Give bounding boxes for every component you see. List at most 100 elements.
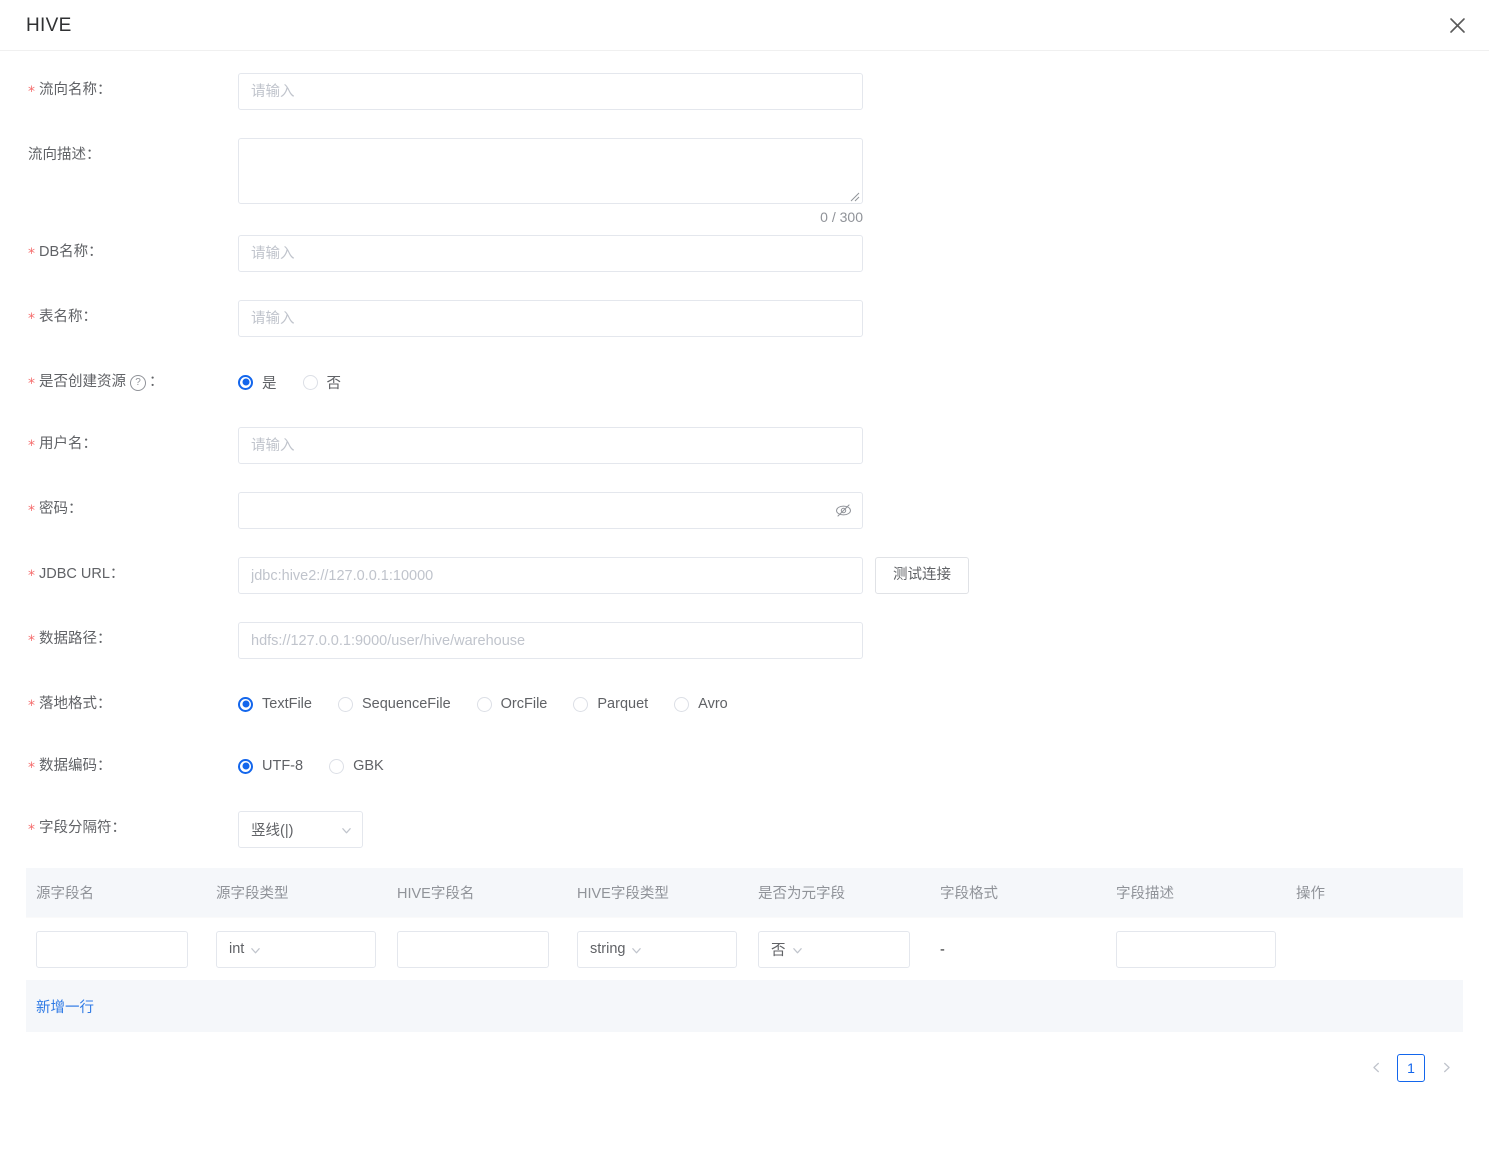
label-flow-desc: 流向描述： xyxy=(0,138,238,172)
form-row-flow-name: * 流向名称： xyxy=(0,73,1489,110)
label-separator: * 字段分隔符： xyxy=(0,811,238,845)
label-colon: ： xyxy=(149,365,164,399)
table-row: int string xyxy=(26,918,1463,981)
radio-label: Parquet xyxy=(597,696,648,712)
label-table-name: * 表名称： xyxy=(0,300,238,334)
source-field-type-select[interactable]: int xyxy=(216,931,376,968)
radio-format-parquet[interactable]: Parquet xyxy=(573,696,648,712)
required-asterisk: * xyxy=(28,761,35,775)
radio-create-resource-no[interactable]: 否 xyxy=(303,372,342,393)
radio-label: SequenceFile xyxy=(362,696,451,712)
control-flow-name xyxy=(238,73,863,110)
label-text: 字段分隔符： xyxy=(39,811,126,845)
hive-field-type-value: string xyxy=(590,941,625,957)
radio-label: UTF-8 xyxy=(262,758,303,774)
username-input[interactable] xyxy=(238,427,863,464)
required-asterisk: * xyxy=(28,634,35,648)
radio-format-orcfile[interactable]: OrcFile xyxy=(477,696,548,712)
dialog-header: HIVE xyxy=(0,0,1489,51)
hive-field-name-input[interactable] xyxy=(397,931,549,968)
password-input[interactable] xyxy=(238,492,863,529)
chevron-left-icon xyxy=(1371,1060,1382,1077)
col-header-source-field-type: 源字段类型 xyxy=(216,868,397,918)
pagination-prev-button[interactable] xyxy=(1363,1054,1389,1082)
control-username xyxy=(238,427,863,464)
jdbc-url-input[interactable] xyxy=(238,557,863,594)
required-asterisk: * xyxy=(28,439,35,453)
is-meta-field-select[interactable]: 否 xyxy=(758,931,910,968)
radio-dot-icon xyxy=(238,759,253,774)
question-circle-icon[interactable]: ? xyxy=(130,375,146,391)
storage-format-radio-group: TextFile SequenceFile OrcFile Parquet Av… xyxy=(238,687,728,721)
control-flow-desc: 0 / 300 xyxy=(238,138,863,225)
required-asterisk: * xyxy=(28,699,35,713)
label-db-name: * DB名称： xyxy=(0,235,238,269)
hive-field-type-select[interactable]: string xyxy=(577,931,737,968)
form-row-table-name: * 表名称： xyxy=(0,300,1489,337)
form-row-storage-format: * 落地格式： TextFile SequenceFile OrcFile xyxy=(0,687,1489,721)
chevron-down-icon xyxy=(631,944,642,955)
hive-form: * 流向名称： 流向描述： 0 / 300 xyxy=(0,51,1489,848)
radio-format-sequencefile[interactable]: SequenceFile xyxy=(338,696,451,712)
control-storage-format: TextFile SequenceFile OrcFile Parquet Av… xyxy=(238,687,728,721)
pagination-page-1[interactable]: 1 xyxy=(1397,1054,1425,1082)
required-asterisk: * xyxy=(28,312,35,326)
radio-encoding-gbk[interactable]: GBK xyxy=(329,758,384,774)
control-jdbc-url: 测试连接 xyxy=(238,557,969,594)
data-path-input[interactable] xyxy=(238,622,863,659)
page-title: HIVE xyxy=(26,16,72,35)
col-header-field-desc: 字段描述 xyxy=(1116,868,1296,918)
label-jdbc-url: * JDBC URL： xyxy=(0,557,238,591)
required-asterisk: * xyxy=(28,247,35,261)
control-create-resource: 是 否 xyxy=(238,365,341,399)
radio-encoding-utf8[interactable]: UTF-8 xyxy=(238,758,303,774)
label-storage-format: * 落地格式： xyxy=(0,687,238,721)
separator-select[interactable]: 竖线(|) xyxy=(238,811,363,848)
chevron-down-icon xyxy=(250,944,261,955)
radio-dot-icon xyxy=(674,697,689,712)
add-row-button[interactable]: 新增一行 xyxy=(36,996,94,1017)
label-create-resource: * 是否创建资源 ? ： xyxy=(0,365,238,399)
label-flow-name: * 流向名称： xyxy=(0,73,238,107)
control-db-name xyxy=(238,235,863,272)
chevron-down-icon xyxy=(792,944,803,955)
label-text: JDBC URL： xyxy=(39,557,124,591)
form-row-encoding: * 数据编码： UTF-8 GBK xyxy=(0,749,1489,783)
close-button[interactable] xyxy=(1442,10,1472,40)
eye-invisible-icon[interactable] xyxy=(833,501,853,521)
required-asterisk: * xyxy=(28,569,35,583)
cell-is-meta-field: 否 xyxy=(758,918,940,981)
table-name-input[interactable] xyxy=(238,300,863,337)
cell-source-field-type: int xyxy=(216,918,397,981)
col-header-action: 操作 xyxy=(1296,868,1463,918)
flow-desc-textarea[interactable] xyxy=(238,138,863,204)
test-connection-button[interactable]: 测试连接 xyxy=(875,557,969,594)
field-desc-input[interactable] xyxy=(1116,931,1276,968)
col-header-source-field-name: 源字段名 xyxy=(26,868,216,918)
source-field-name-input[interactable] xyxy=(36,931,188,968)
radio-label: Avro xyxy=(698,696,728,712)
radio-format-avro[interactable]: Avro xyxy=(674,696,728,712)
cell-hive-field-name xyxy=(397,918,577,981)
pagination: 1 xyxy=(0,1054,1489,1082)
label-text: DB名称： xyxy=(39,235,103,269)
pagination-next-button[interactable] xyxy=(1433,1054,1459,1082)
label-text: 流向名称： xyxy=(39,73,112,107)
label-encoding: * 数据编码： xyxy=(0,749,238,783)
label-text: 数据编码： xyxy=(39,749,112,783)
flow-name-input[interactable] xyxy=(238,73,863,110)
control-encoding: UTF-8 GBK xyxy=(238,749,384,783)
required-asterisk: * xyxy=(28,823,35,837)
separator-select-value: 竖线(|) xyxy=(251,819,335,840)
db-name-input[interactable] xyxy=(238,235,863,272)
radio-format-textfile[interactable]: TextFile xyxy=(238,696,312,712)
control-data-path xyxy=(238,622,863,659)
form-row-create-resource: * 是否创建资源 ? ： 是 否 xyxy=(0,365,1489,399)
label-text: 落地格式： xyxy=(39,687,112,721)
radio-dot-icon xyxy=(238,697,253,712)
radio-dot-icon xyxy=(238,375,253,390)
radio-create-resource-yes[interactable]: 是 xyxy=(238,372,277,393)
required-asterisk: * xyxy=(28,377,35,391)
form-row-flow-desc: 流向描述： 0 / 300 xyxy=(0,138,1489,225)
label-username: * 用户名： xyxy=(0,427,238,461)
